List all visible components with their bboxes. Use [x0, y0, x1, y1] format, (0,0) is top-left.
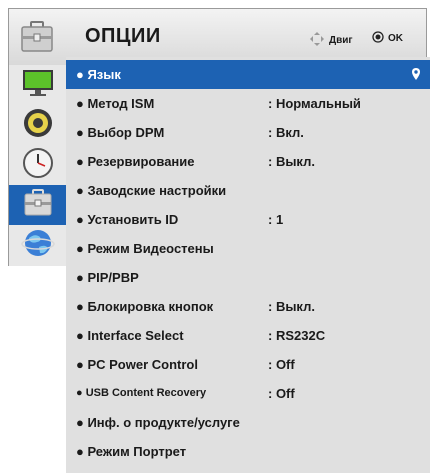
- menu-item-label: ● Режим Портрет: [76, 444, 187, 459]
- menu-item-pip-pbp[interactable]: ● PIP/PBP: [66, 263, 430, 292]
- menu-item-label: ● Выбор DPM: [76, 125, 165, 140]
- menu-item-label: ● PIP/PBP: [76, 270, 139, 285]
- menu-item-portrait-mode[interactable]: ● Режим Портрет: [66, 437, 430, 466]
- menu-item-label: ● Резервирование: [76, 154, 195, 169]
- menu-item-label: ● Блокировка кнопок: [76, 299, 214, 314]
- menu-item-label: ● Установить ID: [76, 212, 179, 227]
- menu-item-label: ● PC Power Control: [76, 357, 198, 372]
- menu-item-label: ● Режим Видеостены: [76, 241, 214, 256]
- location-pin-icon: [411, 67, 421, 84]
- clock-icon: [22, 147, 54, 184]
- options-menu-panel: ● Язык ● Метод ISM : Нормальный ● Выбор …: [66, 57, 430, 473]
- sidebar-item-options[interactable]: [9, 185, 67, 225]
- menu-item-product-info[interactable]: ● Инф. о продукте/услуге: [66, 408, 430, 437]
- menu-item-value: : Вкл.: [268, 125, 304, 140]
- sidebar-item-time[interactable]: [9, 145, 67, 185]
- move-hint-label: Двиг: [329, 35, 353, 46]
- ok-hint-label: OK: [388, 33, 403, 44]
- menu-item-value: : Выкл.: [268, 154, 315, 169]
- menu-item-key-lock[interactable]: ● Блокировка кнопок : Выкл.: [66, 292, 430, 321]
- menu-item-value: : Off: [268, 386, 295, 401]
- sidebar-item-audio[interactable]: [9, 105, 67, 145]
- menu-item-label: ● Метод ISM: [76, 96, 155, 111]
- menu-item-pc-power-control[interactable]: ● PC Power Control : Off: [66, 350, 430, 379]
- menu-item-dpm-select[interactable]: ● Выбор DPM : Вкл.: [66, 118, 430, 147]
- menu-item-interface-select[interactable]: ● Interface Select : RS232C: [66, 321, 430, 350]
- speaker-icon: [22, 107, 54, 144]
- menu-item-value: : 1: [268, 212, 284, 227]
- menu-item-label: ● Инф. о продукте/услуге: [76, 415, 240, 430]
- menu-item-label: ● Язык: [76, 67, 121, 82]
- globe-icon: [21, 227, 55, 264]
- menu-item-value: : Выкл.: [268, 299, 315, 314]
- menu-item-label: ● USB Content Recovery: [76, 387, 207, 399]
- sidebar-item-network[interactable]: [9, 225, 67, 265]
- menu-item-set-id[interactable]: ● Установить ID : 1: [66, 205, 430, 234]
- sidebar-item-picture[interactable]: [9, 65, 67, 105]
- ok-hint: OK: [372, 31, 403, 46]
- menu-item-value: : Нормальный: [268, 96, 361, 111]
- page-title: ОПЦИИ: [85, 25, 161, 47]
- move-hint: Двиг: [309, 31, 353, 50]
- menu-item-usb-content-recovery[interactable]: ● USB Content Recovery : Off: [66, 379, 430, 408]
- menu-item-value: : RS232C: [268, 328, 326, 343]
- category-sidebar: [9, 65, 68, 266]
- menu-item-factory-reset[interactable]: ● Заводские настройки: [66, 176, 430, 205]
- arrows-icon: [309, 31, 325, 50]
- menu-item-video-wall[interactable]: ● Режим Видеостены: [66, 234, 430, 263]
- menu-item-label: ● Заводские настройки: [76, 183, 227, 198]
- toolbox-icon: [19, 19, 55, 55]
- menu-item-backup[interactable]: ● Резервирование : Выкл.: [66, 147, 430, 176]
- menu-item-value: : Off: [268, 357, 295, 372]
- monitor-icon: [21, 68, 55, 103]
- menu-item-language[interactable]: ● Язык: [66, 60, 430, 89]
- toolbox-icon: [22, 188, 54, 223]
- ok-button-icon: [372, 31, 384, 46]
- menu-item-label: ● Interface Select: [76, 328, 184, 343]
- menu-item-ism-method[interactable]: ● Метод ISM : Нормальный: [66, 89, 430, 118]
